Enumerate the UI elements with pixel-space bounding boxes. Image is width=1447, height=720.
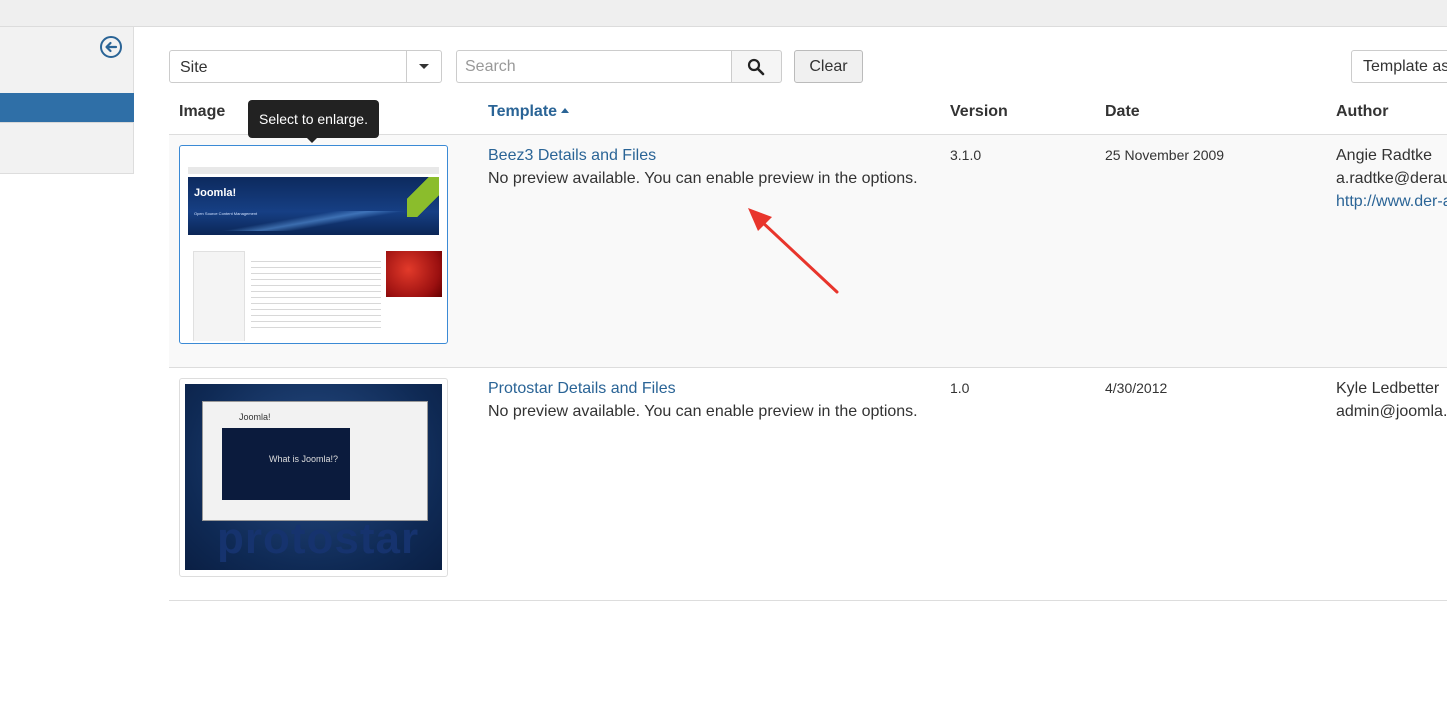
protostar-thumb-logo: Joomla! [239,412,271,422]
protostar-preview-image: Joomla! What is Joomla!? protostar [185,384,442,570]
beez3-preview-image: Joomla! Open Source Content Management [185,151,442,341]
column-header-date: Date [1105,103,1140,120]
sidebar-divider [0,122,133,123]
annotation-arrow-icon [748,208,839,294]
column-header-version: Version [950,103,1008,120]
top-bar [0,0,1447,27]
search-input[interactable] [456,50,732,83]
sidebar [0,27,134,174]
enlarge-tooltip: Select to enlarge. [248,100,379,143]
client-select[interactable]: Site [169,50,442,83]
beez3-thumb-sub: Open Source Content Management [194,211,258,216]
column-header-template[interactable]: Template [488,103,570,121]
protostar-thumb-video: What is Joomla!? [269,454,339,464]
column-header-image: Image [179,103,226,120]
template-description: No preview available. You can enable pre… [488,170,918,187]
row-divider [169,600,1447,601]
beez3-thumb-logo: Joomla! [194,187,237,199]
chevron-down-icon[interactable] [406,51,441,82]
author-email: a.radtke@derau [1336,170,1447,187]
author-name: Kyle Ledbetter [1336,380,1440,397]
row-divider [169,367,1447,368]
collapse-sidebar-icon[interactable] [99,35,123,59]
author-email: admin@joomla. [1336,403,1447,420]
template-date: 25 November 2009 [1105,147,1225,163]
template-link-beez3[interactable]: Beez3 Details and Files [488,147,656,165]
sort-asc-icon [561,108,570,113]
template-assign-select[interactable]: Template as [1351,50,1447,83]
template-link-protostar[interactable]: Protostar Details and Files [488,380,676,398]
client-select-value: Site [180,59,208,76]
author-name: Angie Radtke [1336,147,1433,164]
author-url-link[interactable]: http://www.der-a [1336,193,1447,211]
template-version: 3.1.0 [950,147,982,163]
column-header-author: Author [1336,103,1389,120]
template-date: 4/30/2012 [1105,380,1168,396]
template-version: 1.0 [950,380,970,396]
clear-button[interactable]: Clear [794,50,863,83]
template-description: No preview available. You can enable pre… [488,403,918,420]
column-header-template-label: Template [488,103,558,120]
sidebar-item-active[interactable] [0,93,134,122]
search-icon [747,58,765,76]
protostar-thumb-brand: protostar [217,514,420,563]
search-button[interactable] [731,50,782,83]
